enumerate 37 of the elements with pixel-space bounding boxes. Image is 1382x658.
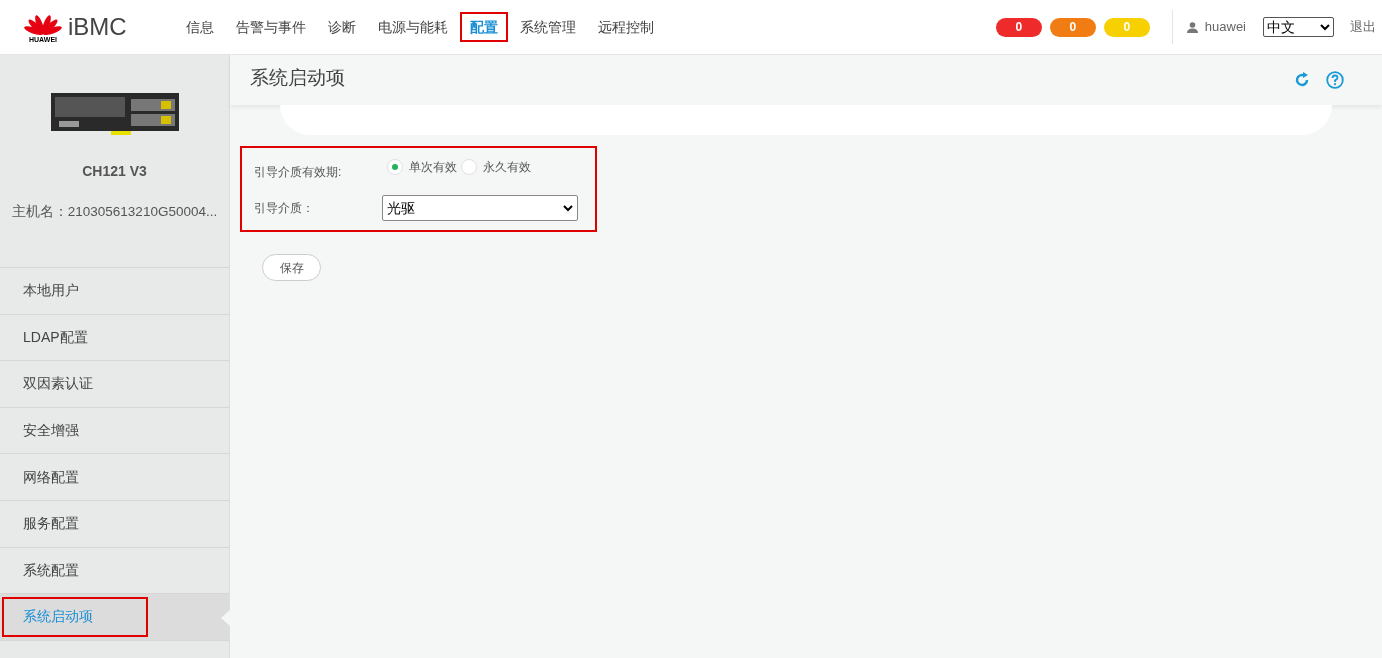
radio-icon[interactable] (461, 159, 477, 175)
field-label: 引导介质有效期: (254, 164, 343, 181)
nav-tab[interactable]: 系统管理 (510, 12, 586, 42)
nav-tab[interactable]: 告警与事件 (226, 12, 316, 42)
radio-option[interactable]: 永久有效 (461, 158, 531, 176)
product-name: iBMC (68, 12, 127, 42)
page-title: 系统启动项 (250, 65, 345, 90)
nav-tab[interactable]: 电源与能耗 (368, 12, 458, 42)
sidebar-item[interactable]: 安全增强 (2, 410, 148, 451)
field-label: 引导介质： (254, 200, 315, 217)
nav-tab[interactable]: 信息 (176, 12, 224, 42)
radio-option[interactable]: 单次有效 (387, 158, 457, 176)
chevron-down-icon (1320, 23, 1330, 31)
device-model: CH121 V3 (82, 162, 147, 181)
alarm-count-badge[interactable]: 0 (995, 17, 1042, 37)
save-button[interactable]: 保存 (262, 254, 321, 281)
medium-select[interactable]: 光驱 (382, 195, 578, 221)
sidebar-item[interactable]: LDAP配置 (2, 317, 148, 358)
sidebar-item[interactable]: 网络配置 (2, 457, 148, 498)
chevron-down-icon (563, 204, 573, 212)
sidebar-item[interactable]: 本地用户 (2, 270, 148, 311)
radio-icon[interactable] (387, 159, 403, 175)
language-select[interactable]: 中文 (1263, 17, 1334, 37)
server-icon (50, 93, 179, 137)
nav-tab[interactable]: 诊断 (318, 12, 366, 42)
hostname: 主机名：210305613210G50004... (11, 203, 218, 221)
nav-tab[interactable]: 远程控制 (588, 12, 664, 42)
logout-link[interactable]: 退出 (1350, 17, 1376, 37)
username: huawei (1204, 18, 1246, 37)
nav-tab[interactable]: 配置 (460, 12, 508, 42)
sidebar-item[interactable]: 双因素认证 (2, 364, 148, 404)
pointer-notch (221, 610, 230, 627)
refresh-icon[interactable] (1294, 72, 1310, 88)
user-icon (1186, 21, 1198, 33)
sidebar-item[interactable]: 系统配置 (2, 550, 148, 591)
help-icon[interactable] (1326, 71, 1344, 89)
sidebar-item[interactable]: 服务配置 (2, 503, 148, 544)
